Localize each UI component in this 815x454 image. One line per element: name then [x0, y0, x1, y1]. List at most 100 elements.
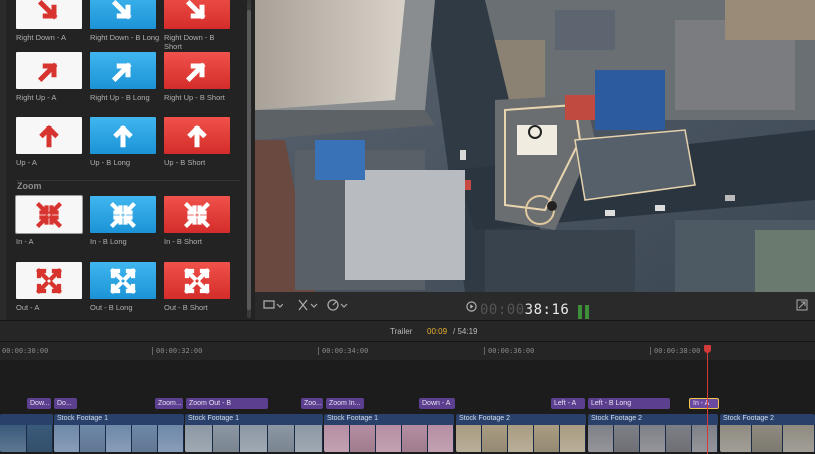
transform-crop-icon[interactable]: [297, 299, 319, 314]
viewer-canvas[interactable]: [255, 0, 815, 292]
video-clip[interactable]: Stock Footage 2: [456, 414, 586, 452]
arrow-down-right-icon: [37, 0, 58, 20]
audio-meter-left: [578, 305, 582, 319]
effect-label: In - B Long: [90, 237, 127, 246]
clip-filmstrip: [54, 425, 184, 452]
effect-thumbnail[interactable]: [90, 0, 156, 29]
aerial-city-frame: [255, 0, 815, 292]
effect-thumbnail[interactable]: [164, 0, 230, 29]
arrow-up-right-icon: [37, 61, 58, 82]
title-clip[interactable]: Do...: [54, 398, 77, 409]
effect-thumbnail[interactable]: [90, 262, 156, 299]
viewer-timecode: 00:0038:16: [480, 302, 569, 318]
zoom-in-arrows-icon: [109, 201, 137, 228]
effect-tile[interactable]: In - B Long: [90, 196, 160, 246]
monitor-icon[interactable]: [263, 299, 284, 314]
effect-thumbnail[interactable]: [164, 117, 230, 154]
video-clip[interactable]: Stock Footage 1: [54, 414, 184, 452]
arrow-up-icon: [113, 124, 133, 147]
effect-tile[interactable]: In - B Short: [164, 196, 234, 246]
clip-filmstrip: [720, 425, 815, 452]
ruler-tick: [318, 347, 319, 355]
effect-tile[interactable]: Out - A: [16, 262, 86, 312]
filmstrip-frame: [212, 425, 241, 452]
ruler-tick: [650, 347, 651, 355]
zoom-section-title: Zoom: [17, 181, 42, 191]
zoom-out-arrows-icon: [35, 267, 63, 294]
effect-tile[interactable]: Right Down - A: [16, 0, 86, 42]
speedometer-icon[interactable]: [327, 299, 349, 314]
title-clip[interactable]: Down - A: [419, 398, 455, 409]
title-clip[interactable]: Zoom Out - B: [186, 398, 268, 409]
effect-thumbnail[interactable]: [90, 52, 156, 89]
effect-thumbnail[interactable]: [16, 52, 82, 89]
filmstrip-frame: [456, 425, 482, 452]
filmstrip-frame: [482, 425, 508, 452]
ruler-label: 00:00:36:00: [488, 347, 535, 355]
arrow-up-right-icon: [111, 61, 132, 82]
play-icon[interactable]: [466, 301, 477, 315]
arrow-down-right-icon: [185, 0, 206, 20]
effect-tile[interactable]: Right Down - B Long: [90, 0, 160, 42]
effect-tile[interactable]: Up - B Long: [90, 117, 160, 167]
effect-thumbnail[interactable]: [16, 0, 82, 29]
effect-label: In - A: [16, 237, 34, 246]
video-clip[interactable]: Stock Footage 1: [324, 414, 454, 452]
filmstrip-frame: [751, 425, 784, 452]
clip-filmstrip: [588, 425, 718, 452]
filmstrip-frame: [402, 425, 428, 452]
filmstrip-frame: [106, 425, 132, 452]
effect-tile[interactable]: Right Up - B Short: [164, 52, 234, 102]
clip-name: Stock Footage 1: [188, 415, 239, 422]
effect-tile[interactable]: In - A: [16, 196, 86, 246]
title-clip[interactable]: Dow...: [27, 398, 51, 409]
clip-filmstrip: [185, 425, 323, 452]
clip-filmstrip: [0, 425, 53, 452]
effect-tile[interactable]: Right Up - B Long: [90, 52, 160, 102]
arrow-up-icon: [39, 124, 59, 147]
fullscreen-icon[interactable]: [796, 299, 808, 314]
filmstrip-frame: [80, 425, 106, 452]
browser-scrollbar-thumb[interactable]: [247, 10, 251, 310]
effect-thumbnail[interactable]: [16, 117, 82, 154]
effect-label: Up - A: [16, 158, 37, 167]
effect-thumbnail[interactable]: [16, 262, 82, 299]
clip-name: Stock Footage 1: [327, 415, 378, 422]
video-clip[interactable]: Stock Footage 2: [588, 414, 718, 452]
title-clip[interactable]: Zoom In...: [326, 398, 364, 409]
video-clip[interactable]: Stock Footage 2: [720, 414, 815, 452]
clip-name: Stock Footage 1: [57, 415, 108, 422]
arrow-up-right-icon: [185, 61, 206, 82]
title-clip[interactable]: Left - A: [551, 398, 585, 409]
effect-thumbnail[interactable]: [164, 52, 230, 89]
filmstrip-frame: [0, 425, 27, 452]
effect-tile[interactable]: Out - B Long: [90, 262, 160, 312]
filmstrip-frame: [185, 425, 213, 452]
filmstrip-frame: [267, 425, 296, 452]
effect-tile[interactable]: Right Up - A: [16, 52, 86, 102]
effect-thumbnail[interactable]: [164, 196, 230, 233]
effect-label: Right Down - B Short: [164, 33, 215, 51]
filmstrip-frame: [534, 425, 560, 452]
effect-tile[interactable]: Right Down - B Short: [164, 0, 234, 51]
effect-tile[interactable]: Up - A: [16, 117, 86, 167]
effect-label: Up - B Short: [164, 158, 206, 167]
title-clip[interactable]: Zoom...: [155, 398, 183, 409]
title-clip[interactable]: Left - B Long: [588, 398, 670, 409]
title-clip[interactable]: Zoo...: [301, 398, 323, 409]
video-clip[interactable]: [0, 414, 53, 452]
effect-tile[interactable]: Up - B Short: [164, 117, 234, 167]
ruler-tick: [152, 347, 153, 355]
current-time: 00:09: [427, 327, 448, 336]
effect-tile[interactable]: Out - B Short: [164, 262, 234, 312]
filmstrip-frame: [588, 425, 614, 452]
effect-thumbnail[interactable]: [164, 262, 230, 299]
effect-thumbnail[interactable]: [16, 196, 82, 233]
effect-thumbnail[interactable]: [90, 196, 156, 233]
playhead-handle[interactable]: [704, 345, 711, 353]
effect-thumbnail[interactable]: [90, 117, 156, 154]
title-clip[interactable]: In - A: [689, 398, 719, 409]
video-clip[interactable]: Stock Footage 1: [185, 414, 323, 452]
filmstrip-frame: [666, 425, 692, 452]
playhead[interactable]: [707, 345, 708, 454]
